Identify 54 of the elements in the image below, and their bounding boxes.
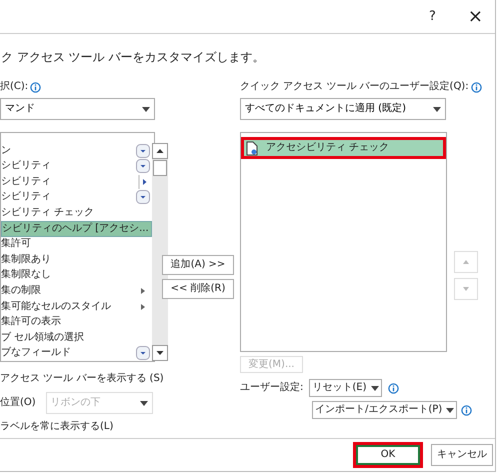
- caret-icon: [433, 106, 441, 112]
- dropdown-icon: [136, 159, 150, 174]
- command-item[interactable]: ン: [1, 143, 152, 159]
- command-item[interactable]: シビリティ チェック: [1, 205, 152, 221]
- description-text: ク アクセス ツール バーをカスタマイズします。: [1, 50, 266, 64]
- commands-dropdown[interactable]: マンド: [0, 98, 155, 120]
- command-item[interactable]: 集の制限: [1, 283, 152, 299]
- command-item[interactable]: 集許可: [1, 236, 152, 252]
- import-export-button[interactable]: インポート/エクスポート(P): [312, 401, 458, 419]
- always-labels-label[interactable]: ラベルを常に表示する(L): [0, 420, 114, 434]
- command-item[interactable]: シビリティ: [1, 190, 152, 206]
- show-toolbar-label[interactable]: アクセス ツール バーを表示する (S): [0, 372, 164, 386]
- customizations-label: ユーザー設定:: [240, 381, 304, 395]
- customize-for-dropdown[interactable]: すべてのドキュメントに適用 (既定): [240, 98, 446, 120]
- command-item[interactable]: ブ セル領域の選択: [1, 330, 152, 346]
- ok-button[interactable]: OK: [353, 442, 423, 468]
- info-icon: [470, 82, 482, 92]
- command-item[interactable]: ブなフィールド: [1, 345, 152, 361]
- command-item[interactable]: シビリティ: [1, 174, 152, 190]
- caret-icon: [370, 386, 378, 390]
- info-icon: [388, 382, 398, 394]
- customize-for-label: クイック アクセス ツール バーのユーザー設定(Q):: [240, 80, 469, 94]
- dropdown-icon: [136, 190, 150, 204]
- scroll-up-icon[interactable]: [152, 143, 168, 159]
- caret-icon: [140, 400, 148, 406]
- submenu-arrow-icon: [140, 304, 145, 310]
- reset-button[interactable]: リセット(E): [309, 379, 382, 397]
- toolbar-item[interactable]: アクセシビリティ チェック: [241, 137, 446, 159]
- caret-icon: [142, 106, 150, 112]
- dropdown-icon: [136, 144, 150, 158]
- dropdown-icon: [136, 346, 150, 360]
- caret-icon: [446, 408, 454, 412]
- move-up-icon[interactable]: [454, 251, 478, 273]
- help-button[interactable]: ?: [429, 10, 436, 24]
- command-item[interactable]: 集制限あり: [1, 252, 152, 268]
- close-button[interactable]: ×: [468, 10, 483, 24]
- move-down-icon[interactable]: [454, 278, 478, 300]
- command-item[interactable]: 集制限なし: [1, 268, 152, 284]
- scroll-down-icon[interactable]: [152, 345, 168, 361]
- scrollbar[interactable]: [152, 143, 168, 361]
- remove-button[interactable]: << 削除(R): [162, 279, 234, 299]
- submenu-arrow-icon: [140, 288, 145, 294]
- document-icon: [246, 140, 258, 156]
- cancel-button[interactable]: キャンセル: [431, 444, 493, 466]
- scroll-thumb[interactable]: [152, 160, 167, 176]
- command-item[interactable]: シビリティ: [1, 158, 152, 174]
- info-icon: [461, 404, 472, 416]
- info-icon: [30, 82, 42, 92]
- command-item[interactable]: 集許可の表示: [1, 314, 152, 330]
- command-item[interactable]: 集可能なセルのスタイル: [1, 298, 152, 314]
- add-button[interactable]: 追加(A) >>: [162, 255, 234, 275]
- position-label: 位置(O): [0, 396, 36, 410]
- commands-from-label: 択(C):: [0, 80, 28, 94]
- command-item[interactable]: シビリティのヘルプ [アクセシ...: [1, 220, 152, 237]
